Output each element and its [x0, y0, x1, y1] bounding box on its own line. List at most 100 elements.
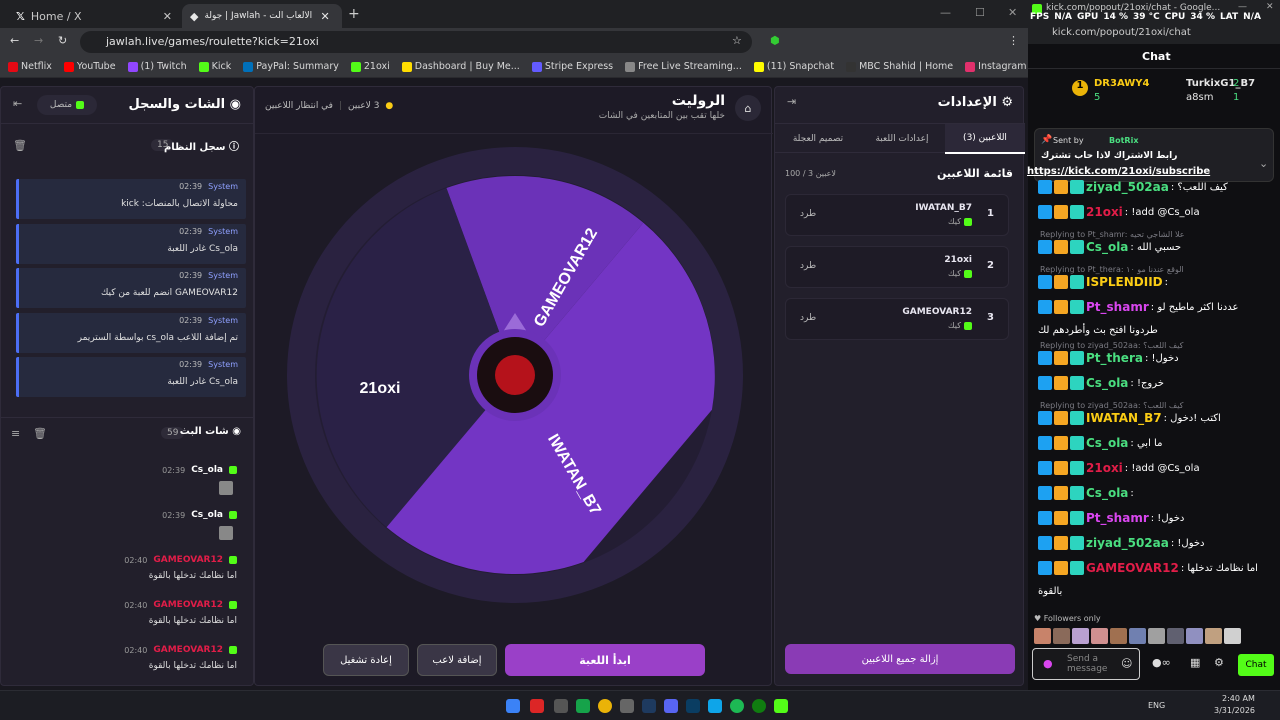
spotify-icon[interactable] [730, 699, 744, 713]
app-icon[interactable] [620, 699, 634, 713]
tab-game-settings[interactable]: إعدادات اللعبة [861, 124, 943, 154]
restart-button[interactable]: إعادة تشغيل [323, 644, 409, 676]
discord-icon[interactable] [664, 699, 678, 713]
settings-icon[interactable]: ⚙ [1214, 656, 1224, 669]
tab-wheel-design[interactable]: تصميم العجلة [777, 124, 859, 154]
bookmark-item[interactable]: Netflix [8, 61, 52, 72]
close-icon[interactable]: ✕ [320, 10, 329, 23]
chat-username[interactable]: Cs_ola [1086, 486, 1128, 500]
chat-username[interactable]: Pt_shamr [1086, 511, 1149, 525]
roulette-wheel[interactable]: GAMEOVAR12 21oxi IWATAN_B7 [285, 145, 745, 605]
send-chat-button[interactable]: Chat [1238, 654, 1274, 676]
bookmark-item[interactable]: (1) Twitch [127, 61, 187, 72]
collapse-right-icon[interactable]: ⇥ [787, 95, 796, 108]
trash-icon[interactable]: 🗑 [33, 427, 47, 440]
chat-username[interactable]: Cs_ola [1086, 436, 1128, 450]
chat-username[interactable]: ziyad_502aa [1086, 180, 1169, 194]
chat-username[interactable]: Pt_thera [1086, 351, 1143, 365]
player-row[interactable]: 1 IWATAN_B7 كيك طرد [785, 194, 1009, 236]
minimize-button[interactable]: — [1238, 2, 1247, 12]
clock-date[interactable]: 3/31/2026 [1214, 706, 1255, 715]
app-icon[interactable] [708, 699, 722, 713]
close-window-button[interactable]: ✕ [1266, 2, 1274, 12]
app-icon[interactable] [554, 699, 568, 713]
back-icon[interactable]: ← [10, 34, 19, 47]
chat-username[interactable]: 21oxi [1086, 205, 1123, 219]
kick-player-button[interactable]: طرد [800, 209, 816, 219]
xbox-icon[interactable] [752, 699, 766, 713]
player-row[interactable]: 2 21oxi كيك طرد [785, 246, 1009, 288]
minimize-button[interactable]: — [940, 6, 951, 19]
emoji-icon[interactable]: ☺ [1121, 657, 1132, 670]
bookmark-item[interactable]: PayPal: Summary [243, 61, 339, 72]
kick-icon [229, 646, 237, 654]
mic-icon[interactable]: ● [1043, 657, 1053, 670]
bookmark-item[interactable]: Free Live Streaming... [625, 61, 742, 72]
player-row[interactable]: 3 GAMEOVAR12 كيك طرد [785, 298, 1009, 340]
close-icon[interactable]: ✕ [163, 10, 172, 23]
extensions-icon[interactable]: ⬢ [770, 34, 780, 47]
chat-username[interactable]: ISPLENDIID [1086, 275, 1163, 289]
pinned-message[interactable]: 📌 Sent by BotRix رابط الاشتراك لاذا حاب … [1027, 128, 1274, 182]
chrome-icon[interactable] [598, 699, 612, 713]
steam-icon[interactable] [642, 699, 656, 713]
moderator-badge-icon [1038, 436, 1052, 450]
maximize-button[interactable]: ☐ [975, 6, 985, 19]
store-icon[interactable]: ▦ [1190, 656, 1200, 669]
bookmark-item[interactable]: Stripe Express [531, 61, 613, 72]
start-icon[interactable] [506, 699, 520, 713]
home-button[interactable]: ⌂ [735, 95, 761, 121]
add-player-button[interactable]: إضافة لاعب [417, 644, 497, 676]
chat-message: ISPLENDIID: [1038, 275, 1272, 289]
vip-crown-icon [1054, 536, 1068, 550]
close-window-button[interactable]: ✕ [1008, 6, 1017, 19]
reload-icon[interactable]: ↻ [58, 34, 67, 47]
kick-icon[interactable] [774, 699, 788, 713]
address-bar[interactable]: jawlah.live/games/roulette?kick=21oxi [80, 31, 752, 53]
collapse-left-icon[interactable]: ⇤ [13, 97, 22, 110]
bookmark-item[interactable]: 21oxi [350, 61, 390, 72]
bookmark-item[interactable]: Kick [198, 61, 231, 72]
subscribe-link[interactable]: https://kick.com/21oxi/subscribe [1027, 166, 1227, 177]
chat-username[interactable]: ziyad_502aa [1086, 536, 1169, 550]
bookmark-item[interactable]: Instagram [965, 61, 1026, 72]
chat-username[interactable]: 21oxi [1086, 461, 1123, 475]
menu-icon[interactable]: ⋮ [1008, 34, 1019, 47]
bookmark-favicon-icon [63, 61, 74, 72]
chat-username[interactable]: GAMEOVAR12 [1086, 561, 1179, 575]
app-icon[interactable] [576, 699, 590, 713]
discord-icon: ◉ [229, 97, 241, 112]
bookmark-item[interactable]: Dashboard | Buy Me... [401, 61, 520, 72]
new-tab-button[interactable]: + [348, 6, 360, 22]
clock-time[interactable]: 2:40 AM [1222, 694, 1255, 703]
kick-player-button[interactable]: طرد [800, 313, 816, 323]
users-icon[interactable]: ●∞ [1152, 656, 1171, 669]
x-logo-icon: 𝕏 [16, 9, 25, 23]
chat-username[interactable]: Pt_shamr [1086, 300, 1149, 314]
app-icon[interactable] [530, 699, 544, 713]
chevron-down-icon[interactable]: ⌄ [1259, 157, 1268, 170]
remove-all-players-button[interactable]: إزالة جميع اللاعبين [785, 644, 1015, 674]
list-icon[interactable]: ≡ [11, 427, 20, 440]
language-indicator[interactable]: ENG [1148, 701, 1165, 710]
kick-player-button[interactable]: طرد [800, 261, 816, 271]
chat-username[interactable]: IWATAN_B7 [1086, 411, 1162, 425]
trash-icon[interactable]: 🗑 [13, 139, 27, 152]
popout-url[interactable]: kick.com/popout/21oxi/chat [1052, 27, 1191, 38]
bookmark-item[interactable]: (11) Snapchat [753, 61, 834, 72]
chat-username[interactable]: Cs_ola [1086, 240, 1128, 254]
tab-jawlah[interactable]: ◆ جولة | Jawlah - منصة الألعاب الت... ✕ [182, 4, 342, 28]
chat-username[interactable]: Cs_ola [1086, 376, 1128, 390]
forward-icon[interactable]: → [34, 34, 43, 47]
star-icon[interactable]: ☆ [732, 34, 742, 47]
chat-input[interactable]: ● Send a message ☺ [1032, 648, 1140, 680]
tab-players[interactable]: اللاعبين (3) [945, 124, 1025, 154]
bookmark-item[interactable]: MBC Shahid | Home [846, 61, 953, 72]
start-game-button[interactable]: ابدأ اللعبة [505, 644, 705, 676]
kick-icon [229, 466, 237, 474]
bookmark-item[interactable]: YouTube [63, 61, 116, 72]
tab-x[interactable]: 𝕏 Home / X ✕ [8, 4, 180, 28]
subscriber-badge-icon [1070, 536, 1084, 550]
photoshop-icon[interactable] [686, 699, 700, 713]
connection-status: متصل [37, 95, 97, 115]
